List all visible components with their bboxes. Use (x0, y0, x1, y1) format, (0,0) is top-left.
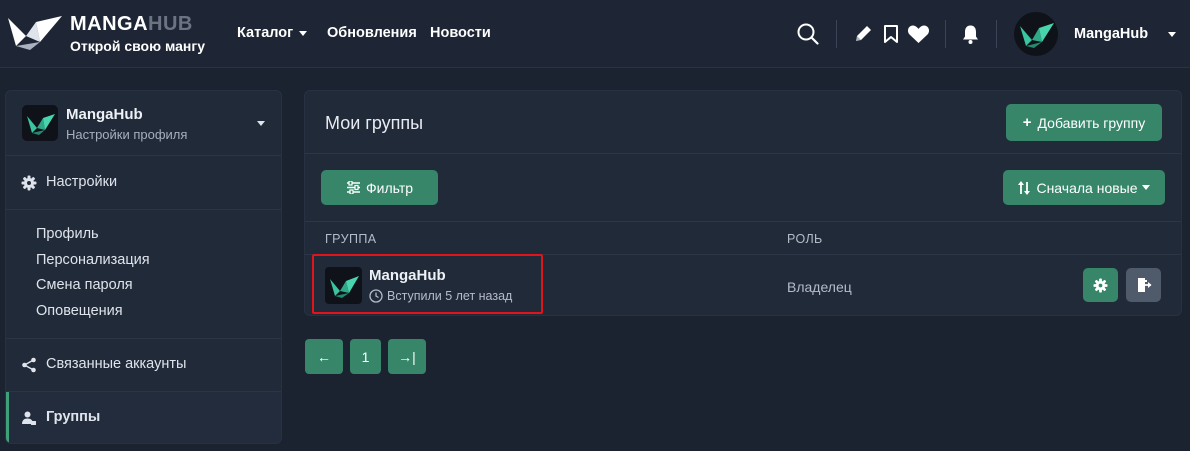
users-icon (22, 411, 36, 425)
user-avatar[interactable] (1014, 12, 1058, 56)
gear-icon (21, 175, 37, 191)
column-header-group: ГРУППА (325, 232, 377, 246)
sidebar-item-label: Связанные аккаунты (46, 356, 187, 372)
crane-logo-icon[interactable] (6, 12, 64, 52)
add-group-label: Добавить группу (1037, 114, 1146, 131)
sidebar-item-groups[interactable]: Группы (6, 392, 281, 443)
sidebar-item-notifications[interactable]: Оповещения (36, 303, 123, 319)
group-joined-text: Вступили 5 лет назад (387, 289, 513, 303)
bookmark-icon[interactable] (882, 24, 900, 44)
nav-news[interactable]: Новости (430, 25, 491, 41)
avatar (22, 105, 58, 141)
pagination-prev[interactable]: ← (305, 339, 343, 374)
filter-label: Фильтр (365, 179, 414, 196)
groups-panel: Мои группы + Добавить группу Фильтр Снач… (304, 90, 1182, 316)
sidebar-item-profile[interactable]: Профиль (36, 226, 99, 242)
nav-updates[interactable]: Обновления (327, 25, 417, 41)
column-header-role: РОЛЬ (787, 232, 823, 246)
sidebar-item-linked-accounts[interactable]: Связанные аккаунты (6, 339, 281, 391)
share-icon (22, 357, 36, 373)
sort-icon (1018, 180, 1031, 195)
sidebar-item-settings[interactable]: Настройки (6, 157, 281, 209)
sliders-icon (346, 181, 360, 194)
profile-name: MangaHub (66, 106, 143, 123)
divider (305, 153, 1181, 154)
brand-title[interactable]: MANGAHUB (70, 13, 193, 36)
chevron-down-icon (1168, 31, 1177, 37)
door-exit-icon (1137, 278, 1151, 292)
group-avatar[interactable] (325, 267, 362, 304)
nav-catalog[interactable]: Каталог (237, 25, 308, 41)
header-divider (996, 20, 997, 48)
group-name-link[interactable]: MangaHub (369, 267, 446, 284)
brand-name-main: MANGA (70, 13, 149, 35)
group-role: Владелец (787, 279, 852, 295)
profile-subtitle: Настройки профиля (66, 127, 188, 142)
sidebar-item-label: Настройки (46, 174, 118, 190)
divider (305, 254, 1181, 255)
pagination-last[interactable]: →| (388, 339, 426, 374)
sort-label: Сначала новые (1036, 179, 1138, 196)
profile-card[interactable]: MangaHub Настройки профиля (6, 91, 281, 156)
chevron-down-icon (257, 121, 265, 126)
search-icon[interactable] (797, 23, 819, 45)
heart-icon[interactable] (907, 24, 930, 44)
header-divider (945, 20, 946, 48)
active-indicator (6, 392, 9, 443)
crane-logo-icon (330, 276, 359, 298)
plus-icon: + (1022, 114, 1032, 131)
clock-icon (369, 289, 383, 303)
sidebar-item-label: Группы (46, 409, 101, 425)
page-title: Мои группы (325, 113, 424, 133)
filter-button[interactable]: Фильтр (321, 170, 438, 205)
sidebar-item-change-password[interactable]: Смена пароля (36, 277, 133, 293)
brand-tagline: Открой свою мангу (70, 38, 205, 54)
header-divider (836, 20, 837, 48)
settings-sidebar: MangaHub Настройки профиля Настройки Про… (5, 90, 282, 444)
bell-icon[interactable] (961, 24, 980, 45)
gear-icon (1093, 277, 1108, 293)
add-group-button[interactable]: + Добавить группу (1006, 104, 1162, 141)
pencil-icon[interactable] (853, 24, 873, 44)
group-settings-button[interactable] (1083, 268, 1118, 302)
crane-logo-icon (1020, 23, 1054, 48)
sort-dropdown[interactable]: Сначала новые (1003, 170, 1165, 205)
chevron-down-icon (299, 30, 308, 36)
group-joined: Вступили 5 лет назад (369, 289, 512, 303)
divider (6, 209, 281, 210)
user-name: MangaHub (1074, 26, 1149, 42)
pagination-page-1[interactable]: 1 (350, 339, 381, 374)
user-menu[interactable]: MangaHub (1074, 26, 1177, 42)
leave-group-button[interactable] (1126, 268, 1161, 302)
chevron-down-icon (1141, 185, 1150, 190)
top-navbar: MANGAHUB Открой свою мангу Каталог Обнов… (0, 0, 1190, 68)
sidebar-item-personalization[interactable]: Персонализация (36, 252, 150, 268)
brand-name-accent: HUB (148, 13, 193, 35)
crane-logo-icon (27, 114, 55, 135)
nav-catalog-label: Каталог (237, 25, 294, 41)
divider (305, 221, 1181, 222)
